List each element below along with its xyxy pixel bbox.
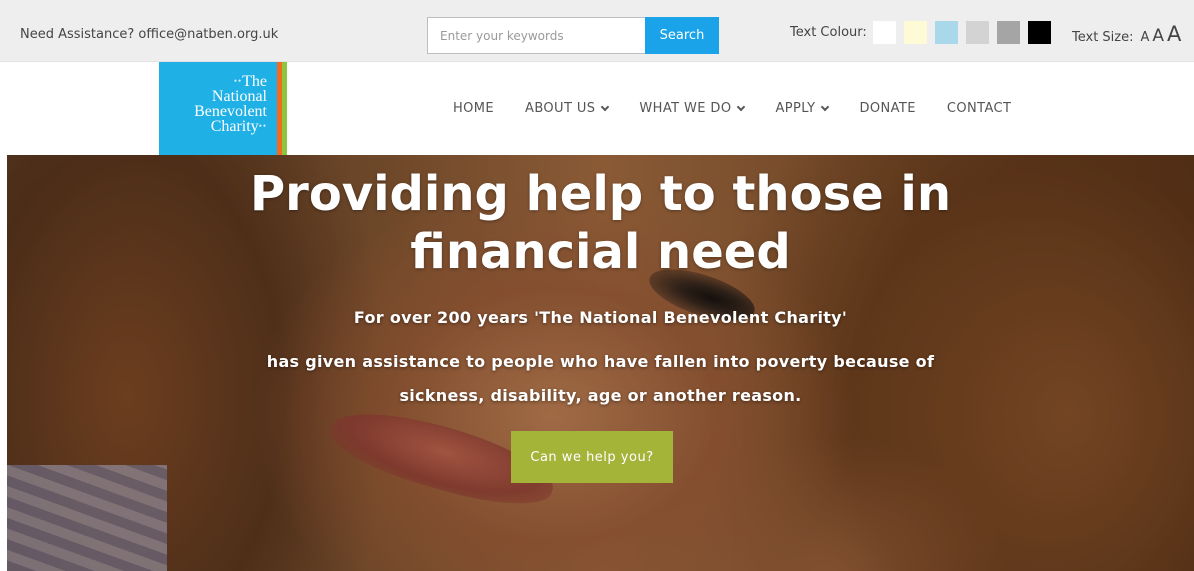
hero-subtitle-1: For over 200 years 'The National Benevol… — [353, 308, 848, 327]
hero-title: Providing help to those in financial nee… — [7, 165, 1194, 281]
chevron-down-icon — [737, 102, 746, 111]
search-input[interactable] — [427, 17, 645, 54]
text-size-medium[interactable]: A — [1152, 28, 1164, 45]
hero-title-line-2: financial need — [410, 224, 791, 280]
can-we-help-button[interactable]: Can we help you? — [511, 431, 673, 483]
nav-what-we-do[interactable]: WHAT WE DO — [639, 101, 746, 116]
text-size-small[interactable]: A — [1141, 31, 1150, 44]
nav-apply[interactable]: APPLY — [775, 101, 830, 116]
nav-label: DONATE — [859, 101, 916, 116]
hero-title-line-1: Providing help to those in — [249, 166, 952, 222]
chevron-down-icon — [601, 102, 610, 111]
hero-subtitle-2: has given assistance to people who have … — [266, 352, 935, 371]
text-colour-picker: Text Colour: — [790, 21, 1059, 44]
search-form: Search — [427, 17, 719, 54]
main-nav: HOME ABOUT US WHAT WE DO APPLY DONATE CO… — [453, 101, 1042, 116]
logo-line-4: Charity — [210, 118, 259, 135]
logo-strip-green — [282, 62, 287, 156]
assistance-email-link[interactable]: office@natben.org.uk — [138, 27, 278, 42]
nav-label: APPLY — [775, 101, 816, 116]
nav-contact[interactable]: CONTACT — [947, 101, 1011, 116]
logo-dots-icon: •• — [258, 121, 267, 131]
nav-label: HOME — [453, 101, 495, 116]
swatch-light-blue[interactable] — [934, 21, 958, 44]
nav-about-us[interactable]: ABOUT US — [525, 101, 610, 116]
hero-subtitle-3: sickness, disability, age or another rea… — [399, 386, 802, 405]
swatch-white[interactable] — [872, 21, 896, 44]
nav-donate[interactable]: DONATE — [859, 101, 915, 116]
text-colour-label: Text Colour: — [790, 25, 867, 40]
swatch-light-grey[interactable] — [965, 21, 989, 44]
nav-label: ABOUT US — [525, 101, 596, 116]
logo-wordmark: ••The National Benevolent Charity•• — [194, 74, 267, 135]
chevron-down-icon — [821, 102, 830, 111]
nav-label: CONTACT — [946, 101, 1012, 116]
top-utility-bar: Need Assistance? office@natben.org.uk Se… — [0, 0, 1194, 62]
nav-home[interactable]: HOME — [453, 101, 494, 116]
search-button[interactable]: Search — [645, 17, 719, 54]
text-size-label: Text Size: — [1072, 30, 1134, 45]
hero-banner: Providing help to those in financial nee… — [7, 155, 1194, 571]
nav-label: WHAT WE DO — [639, 101, 732, 116]
swatch-grey[interactable] — [996, 21, 1020, 44]
site-logo[interactable]: ••The National Benevolent Charity•• — [159, 62, 292, 156]
assistance-info: Need Assistance? office@natben.org.uk — [20, 27, 278, 42]
site-header: ••The National Benevolent Charity•• HOME… — [0, 62, 1194, 156]
logo-dots-icon: •• — [233, 76, 243, 86]
logo-panel: ••The National Benevolent Charity•• — [159, 62, 277, 156]
text-size-large[interactable]: A — [1167, 24, 1181, 45]
assistance-label: Need Assistance? — [20, 27, 135, 42]
swatch-black[interactable] — [1027, 21, 1051, 44]
swatch-cream[interactable] — [903, 21, 927, 44]
text-size-control: Text Size: A A A — [1072, 24, 1181, 46]
